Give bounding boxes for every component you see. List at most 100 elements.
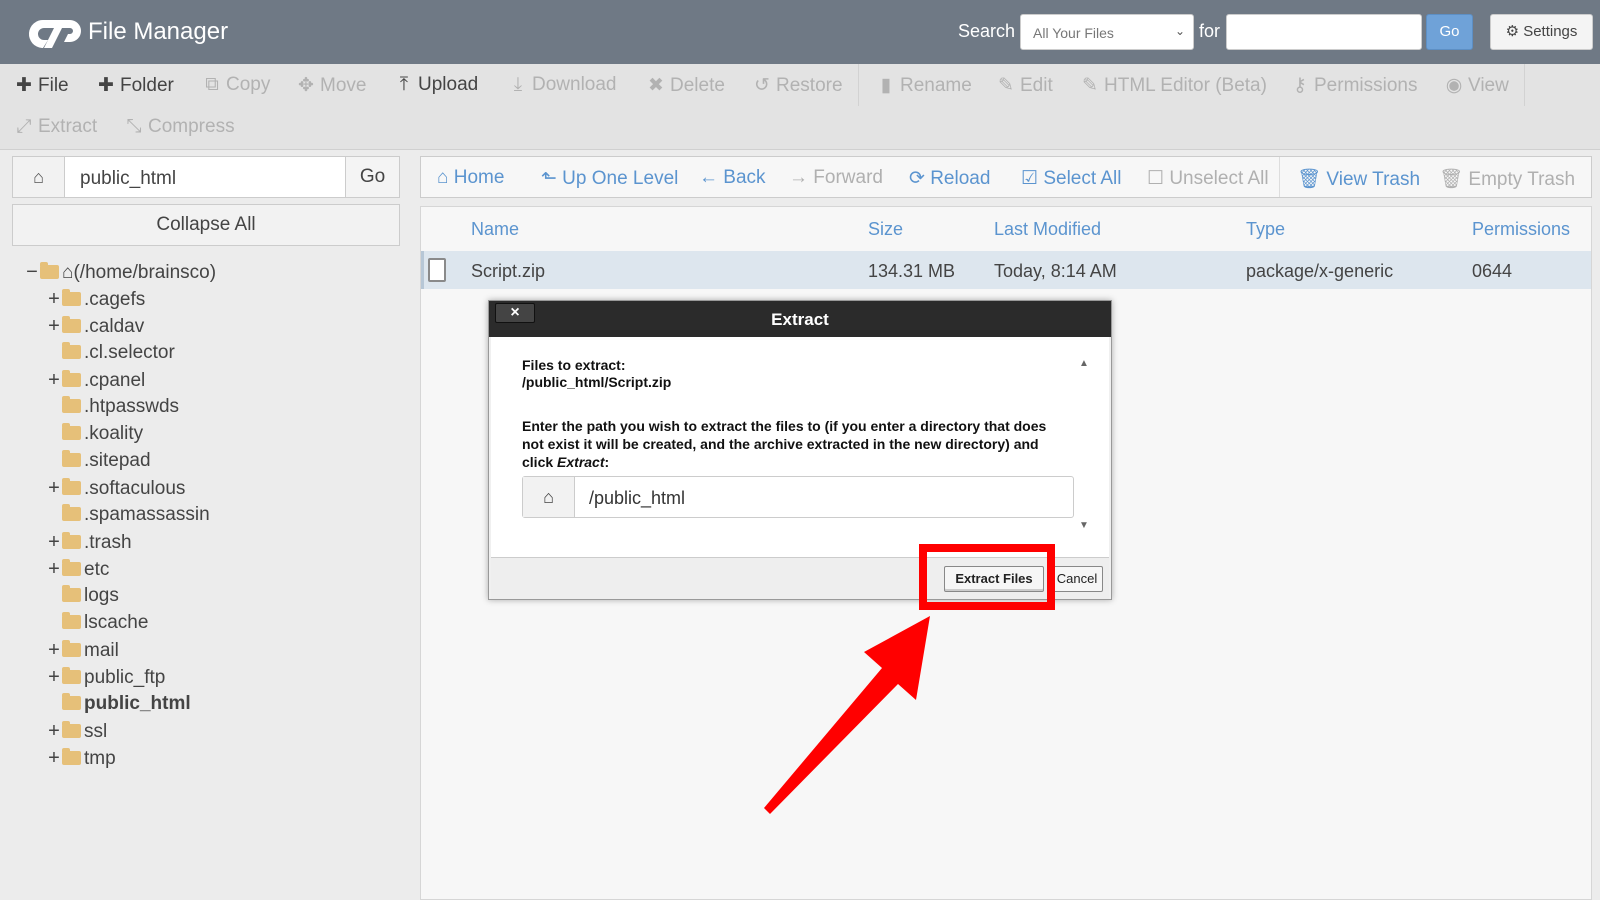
file-permissions: 0644 xyxy=(1472,261,1513,281)
checkbox-checked-icon: ☑ xyxy=(1021,168,1039,189)
folder-icon xyxy=(62,585,81,602)
permissions-button[interactable]: ⚷ Permissions xyxy=(1290,74,1417,97)
tree-item[interactable]: + .softaculous xyxy=(46,475,185,501)
nav-up-button[interactable]: ⬑ Up One Level xyxy=(541,167,678,190)
column-header-modified[interactable]: Last Modified xyxy=(994,219,1101,240)
nav-divider xyxy=(1279,157,1280,197)
chevron-down-icon: ⌄ xyxy=(1174,24,1185,38)
home-icon: ⌂ xyxy=(437,167,449,188)
extract-button[interactable]: ⤢ Extract xyxy=(14,116,97,138)
level-up-icon: ⬑ xyxy=(541,168,557,189)
extract-path-field: ⌂ /public_html xyxy=(522,476,1074,518)
rename-button[interactable]: ▮ Rename xyxy=(876,74,972,97)
upload-button[interactable]: ⤒ Upload xyxy=(394,74,478,96)
eye-icon: ◉ xyxy=(1445,75,1463,96)
move-icon: ✥ xyxy=(298,75,314,96)
tree-item-label: logs xyxy=(84,585,119,606)
collapse-minus-icon[interactable]: − xyxy=(24,259,40,285)
download-button[interactable]: ⤓ Download xyxy=(508,74,617,96)
file-icon: ▮ xyxy=(880,75,892,96)
tree-item[interactable]: .htpasswds xyxy=(46,394,179,420)
settings-button[interactable]: ⚙ Settings xyxy=(1490,14,1593,50)
tree-item[interactable]: .koality xyxy=(46,421,143,447)
scroll-up-icon[interactable]: ▲ xyxy=(1079,358,1089,369)
expand-plus-icon[interactable]: + xyxy=(46,664,62,690)
compress-label: Compress xyxy=(148,116,235,137)
expand-plus-icon[interactable]: + xyxy=(46,475,62,501)
tree-item[interactable]: + ssl xyxy=(46,718,107,744)
tree-root[interactable]: − ⌂(/home/brainsco) xyxy=(24,259,216,285)
home-icon[interactable]: ⌂ xyxy=(13,157,65,197)
nav-back-button[interactable]: ← Back xyxy=(699,167,766,189)
search-go-button[interactable]: Go xyxy=(1426,14,1473,50)
expand-plus-icon[interactable]: + xyxy=(46,286,62,312)
tree-item-selected[interactable]: public_html xyxy=(46,691,191,717)
select-all-button[interactable]: ☑ Select All xyxy=(1021,167,1121,190)
path-go-button[interactable]: Go xyxy=(345,157,399,197)
column-header-size[interactable]: Size xyxy=(868,219,903,240)
column-header-permissions[interactable]: Permissions xyxy=(1472,219,1570,240)
extract-path-input[interactable]: /public_html xyxy=(589,488,685,509)
expand-plus-icon[interactable]: + xyxy=(46,745,62,771)
tree-item[interactable]: logs xyxy=(46,583,119,609)
folder-icon xyxy=(62,478,81,495)
tree-item-label: .caldav xyxy=(84,316,145,337)
folder-icon xyxy=(62,748,81,765)
tree-item[interactable]: + mail xyxy=(46,637,119,663)
expand-plus-icon[interactable]: + xyxy=(46,367,62,393)
tree-item[interactable]: + .trash xyxy=(46,529,131,555)
search-input[interactable] xyxy=(1226,14,1422,50)
home-icon: ⌂ xyxy=(62,262,74,283)
view-trash-button[interactable]: 🗑 View Trash xyxy=(1297,167,1420,191)
move-button[interactable]: ✥ Move xyxy=(296,74,366,97)
key-icon: ⚷ xyxy=(1293,75,1307,96)
empty-trash-button[interactable]: 🗑 Empty Trash xyxy=(1439,167,1575,191)
tree-item[interactable]: .cl.selector xyxy=(46,340,175,366)
cancel-button[interactable]: Cancel xyxy=(1051,566,1103,592)
download-label: Download xyxy=(532,74,617,95)
trash-icon: 🗑 xyxy=(1439,169,1464,190)
tree-item[interactable]: + tmp xyxy=(46,745,116,771)
html-editor-button[interactable]: ✎ HTML Editor (Beta) xyxy=(1080,74,1267,97)
cpanel-logo-icon xyxy=(28,19,81,48)
new-folder-button[interactable]: ✚ Folder xyxy=(96,74,174,97)
header-bar: File Manager Search All Your Files ⌄ for… xyxy=(0,0,1600,64)
search-scope-select[interactable]: All Your Files ⌄ xyxy=(1020,14,1194,50)
path-input[interactable]: public_html xyxy=(80,168,176,190)
delete-button[interactable]: ✖ Delete xyxy=(646,74,725,97)
delete-label: Delete xyxy=(670,75,725,96)
expand-plus-icon[interactable]: + xyxy=(46,556,62,582)
tree-item[interactable]: + etc xyxy=(46,556,109,582)
tree-item[interactable]: + .caldav xyxy=(46,313,144,339)
upload-label: Upload xyxy=(418,74,479,95)
new-file-button[interactable]: ✚ File xyxy=(14,74,69,97)
tree-item[interactable]: + public_ftp xyxy=(46,664,165,690)
copy-button[interactable]: ⧉ Copy xyxy=(202,74,270,96)
scroll-down-icon[interactable]: ▼ xyxy=(1079,520,1089,531)
tree-item[interactable]: + .cpanel xyxy=(46,367,145,393)
restore-button[interactable]: ↺ Restore xyxy=(752,74,843,97)
column-header-name[interactable]: Name xyxy=(471,219,519,240)
select-all-label: Select All xyxy=(1043,168,1122,189)
expand-plus-icon[interactable]: + xyxy=(46,718,62,744)
tree-item[interactable]: lscache xyxy=(46,610,148,636)
unselect-all-button[interactable]: ☐ Unselect All xyxy=(1147,167,1269,190)
expand-plus-icon[interactable]: + xyxy=(46,637,62,663)
trash-icon: 🗑 xyxy=(1297,169,1322,190)
expand-plus-icon[interactable]: + xyxy=(46,313,62,339)
nav-home-button[interactable]: ⌂ Home xyxy=(437,167,504,189)
collapse-all-button[interactable]: Collapse All xyxy=(12,204,400,246)
tree-item[interactable]: .spamassassin xyxy=(46,502,210,528)
compress-button[interactable]: ⤡ Compress xyxy=(124,116,235,138)
expand-plus-icon[interactable]: + xyxy=(46,529,62,555)
view-button[interactable]: ◉ View xyxy=(1444,74,1509,97)
tree-item-label: tmp xyxy=(84,748,116,769)
column-header-type[interactable]: Type xyxy=(1246,219,1285,240)
nav-forward-button[interactable]: → Forward xyxy=(789,167,883,189)
tree-item[interactable]: + .cagefs xyxy=(46,286,145,312)
nav-reload-button[interactable]: ⟳ Reload xyxy=(909,167,990,190)
edit-button[interactable]: ✎ Edit xyxy=(996,74,1053,97)
view-label: View xyxy=(1468,75,1509,96)
arrow-right-icon: → xyxy=(789,167,808,188)
tree-item[interactable]: .sitepad xyxy=(46,448,151,474)
